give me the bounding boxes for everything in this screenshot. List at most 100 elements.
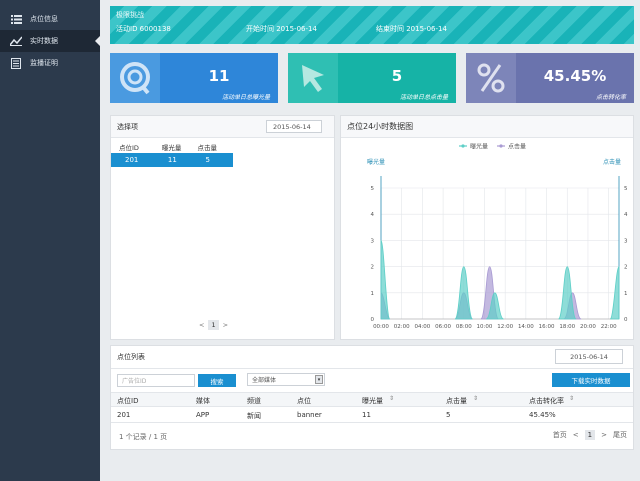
stat-card-ctr: 45.45% 点击转化率 bbox=[466, 53, 634, 103]
activity-banner: 极限挑战 活动ID 6000138 开始时间 2015-06-14 结束时间 2… bbox=[110, 6, 634, 44]
cell-clicks: 5 bbox=[205, 156, 210, 164]
cell-id: 201 bbox=[125, 156, 139, 164]
selector-table: 点位ID 曝光量 点击量 201 11 5 bbox=[111, 140, 233, 167]
cell-point: banner bbox=[297, 411, 322, 419]
sidebar-item-label: 点位信息 bbox=[30, 15, 58, 23]
x-tick: 06:00 bbox=[435, 324, 451, 330]
col-header: 点击量 bbox=[197, 143, 217, 152]
cell-ctr: 45.45% bbox=[529, 411, 556, 419]
pager-prev[interactable]: < bbox=[199, 321, 204, 329]
x-tick: 14:00 bbox=[518, 324, 534, 330]
y-tick-right: 1 bbox=[624, 291, 628, 297]
main-content: 极限挑战 活动ID 6000138 开始时间 2015-06-14 结束时间 2… bbox=[100, 0, 640, 481]
activity-id: 活动ID 6000138 bbox=[116, 25, 171, 33]
pager-first[interactable]: 首页 bbox=[553, 430, 567, 440]
list-summary: 1 个记录 / 1 页 bbox=[119, 433, 168, 441]
y-axis-right-label: 点击量 bbox=[603, 158, 621, 166]
col-header: 点位 bbox=[297, 397, 311, 405]
x-tick: 10:00 bbox=[477, 324, 493, 330]
cell-impressions: 11 bbox=[167, 156, 177, 164]
activity-end: 结束时间 2015-06-14 bbox=[376, 25, 447, 33]
x-tick: 18:00 bbox=[559, 324, 575, 330]
stat-cards: 11 活动单日总曝光量 5 活动单日总点击量 45.45% 点击转化率 bbox=[110, 53, 634, 103]
pager-next[interactable]: > bbox=[223, 321, 228, 329]
chevron-down-icon: ▾ bbox=[315, 375, 323, 384]
y-tick-right: 4 bbox=[624, 212, 628, 218]
col-header: 曝光量 bbox=[161, 143, 182, 152]
sidebar-item-label: 监播证明 bbox=[30, 59, 58, 67]
cursor-icon bbox=[288, 53, 338, 103]
chart-panel: 点位24小时数据图 曝光量 点击量 曝光量 点击量 0 0 1 1 2 2 3 3 4 4 5 5 00:00 0… bbox=[340, 115, 634, 340]
cell-id: 201 bbox=[117, 411, 131, 419]
sidebar: 点位信息 实时数据 监播证明 bbox=[0, 0, 100, 481]
legend-marker bbox=[461, 144, 465, 148]
x-tick: 12:00 bbox=[497, 324, 513, 330]
chart-line-icon bbox=[10, 36, 22, 46]
sort-icon[interactable]: ⇕ bbox=[389, 395, 394, 402]
download-button[interactable]: 下载实时数据 bbox=[552, 373, 630, 387]
clicks-label: 活动单日总点击量 bbox=[399, 94, 448, 101]
impressions-value: 11 bbox=[208, 67, 230, 85]
list-header-row: 点位ID 媒体 频道 点位 曝光量 ⇕ 点击量 ⇕ 点击转化率 ⇕ bbox=[111, 392, 633, 407]
y-tick-left: 1 bbox=[371, 291, 375, 297]
impressions-label: 活动单日总曝光量 bbox=[221, 94, 270, 101]
sidebar-item-realtime[interactable]: 实时数据 bbox=[0, 30, 100, 52]
y-tick-left: 3 bbox=[371, 238, 375, 244]
y-tick-right: 0 bbox=[624, 317, 628, 323]
cell-impressions: 11 bbox=[362, 411, 371, 419]
legend-label: 曝光量 bbox=[470, 143, 488, 151]
series-impressions-peak bbox=[380, 239, 391, 320]
col-header[interactable]: 曝光量 bbox=[362, 396, 383, 406]
col-header[interactable]: 点击转化率 bbox=[529, 396, 564, 406]
legend-marker bbox=[499, 144, 503, 148]
selector-date-field[interactable]: 2015-06-14 bbox=[266, 120, 322, 133]
list-date-field[interactable]: 2015-06-14 bbox=[555, 349, 623, 364]
clicks-value: 5 bbox=[391, 67, 403, 85]
chart-title: 点位24小时数据图 bbox=[347, 122, 414, 131]
sidebar-item-point-info[interactable]: 点位信息 bbox=[0, 8, 100, 30]
search-input[interactable]: 广告位ID bbox=[117, 374, 195, 387]
table-row: 201 APP 新闻 banner 11 5 45.45% bbox=[111, 407, 633, 423]
x-tick: 16:00 bbox=[539, 324, 555, 330]
ctr-label: 点击转化率 bbox=[595, 94, 626, 101]
list-icon bbox=[10, 14, 22, 24]
cell-channel: 新闻 bbox=[247, 412, 261, 420]
pager-page[interactable]: 1 bbox=[584, 430, 596, 440]
activity-name: 极限挑战 bbox=[116, 11, 144, 19]
y-tick-right: 2 bbox=[624, 265, 628, 271]
point-list-panel: 点位列表 2015-06-14 广告位ID 搜索 全部媒体 ▾ 下载实时数据 点… bbox=[110, 345, 634, 450]
pager-prev[interactable]: < bbox=[573, 431, 579, 439]
col-header: 点位ID bbox=[117, 397, 139, 405]
pager-last[interactable]: 尾页 bbox=[613, 430, 627, 440]
pager-page[interactable]: 1 bbox=[208, 320, 219, 330]
search-button[interactable]: 搜索 bbox=[198, 374, 236, 387]
y-tick-left: 4 bbox=[371, 212, 375, 218]
sort-icon[interactable]: ⇕ bbox=[473, 395, 478, 402]
media-select-value: 全部媒体 bbox=[252, 377, 277, 384]
magnifier-icon bbox=[110, 53, 160, 103]
selector-title: 选择项 bbox=[117, 122, 138, 131]
col-header[interactable]: 点击量 bbox=[446, 396, 467, 406]
media-select[interactable]: 全部媒体 ▾ bbox=[247, 373, 325, 386]
selector-panel: 选择项 2015-06-14 点位ID 曝光量 点击量 201 11 5 < 1… bbox=[110, 115, 335, 340]
sort-icon[interactable]: ⇕ bbox=[569, 395, 574, 402]
sidebar-item-label: 实时数据 bbox=[30, 37, 58, 45]
x-tick: 20:00 bbox=[580, 324, 596, 330]
selector-pager: < 1 > bbox=[199, 320, 228, 330]
list-title: 点位列表 bbox=[117, 353, 145, 361]
x-tick: 08:00 bbox=[456, 324, 472, 330]
stat-card-impressions: 11 活动单日总曝光量 bbox=[110, 53, 278, 103]
percent-icon bbox=[466, 53, 516, 103]
cell-media: APP bbox=[196, 411, 210, 419]
table-row[interactable]: 201 11 5 bbox=[111, 153, 233, 167]
cell-clicks: 5 bbox=[446, 411, 451, 419]
ctr-value: 45.45% bbox=[543, 67, 607, 85]
sidebar-item-proof[interactable]: 监播证明 bbox=[0, 52, 100, 74]
col-header: 频道 bbox=[247, 397, 261, 405]
y-tick-right: 3 bbox=[624, 238, 628, 244]
x-tick: 00:00 bbox=[373, 324, 389, 330]
x-tick: 04:00 bbox=[414, 324, 430, 330]
x-tick: 02:00 bbox=[394, 324, 410, 330]
area-chart: 曝光量 点击量曝光量 点击量0 01 12 23 34 45 500:00 02:00 04:00 0… bbox=[367, 143, 628, 331]
pager-next[interactable]: > bbox=[601, 431, 607, 439]
